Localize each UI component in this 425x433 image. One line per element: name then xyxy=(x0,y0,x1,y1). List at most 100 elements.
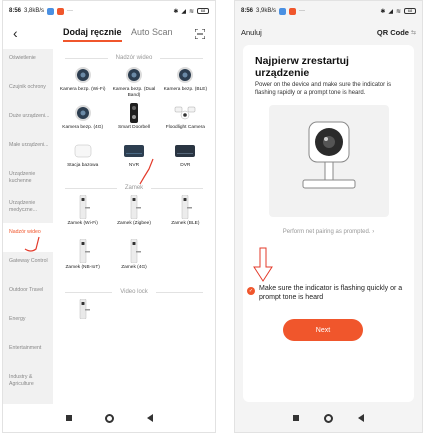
status-more: ··· xyxy=(67,8,74,14)
device-label: NVR xyxy=(128,163,140,168)
chevron-left-icon[interactable]: ‹ xyxy=(13,25,18,41)
recents-icon[interactable] xyxy=(65,415,72,421)
instruction-text: Power on the device and make sure the in… xyxy=(255,82,392,96)
next-button[interactable]: Next xyxy=(283,319,363,341)
sidebar-item[interactable]: Energy xyxy=(3,310,53,339)
sidebar-item[interactable]: Urządzenie kuchenne xyxy=(3,165,53,194)
battery-icon: 68 xyxy=(404,8,416,14)
sidebar-item[interactable]: Małe urządzeni... xyxy=(3,136,53,165)
device-tile[interactable]: Kamera bezp. (Wi-Fi) xyxy=(57,65,108,103)
device-label: Kamera bezp. (Wi-Fi) xyxy=(59,87,106,92)
camera-icon xyxy=(302,121,355,189)
section-header-video-lock: Video lock xyxy=(57,285,211,299)
qr-code-label: QR Code xyxy=(376,27,409,37)
status-bar: 8:56 3,9kB/s ··· ✱ ◢ ≋ 68 xyxy=(235,1,422,21)
device-label: Kamera bezp. (BLE) xyxy=(163,87,208,92)
sidebar-item[interactable]: Oświetlenie xyxy=(3,49,53,78)
device-label: Zamek (NB-IoT) xyxy=(65,265,100,270)
device-tile[interactable]: Zamek (Zigbee) xyxy=(108,195,159,239)
device-tile[interactable]: NVR xyxy=(108,141,159,179)
status-speed: 3,8kB/s xyxy=(24,8,45,14)
section-title: Zamek xyxy=(124,185,144,191)
chevron-right-icon: › xyxy=(372,229,375,235)
home-icon[interactable] xyxy=(104,413,114,423)
device-label: Zamek (Zigbee) xyxy=(117,221,151,226)
device-label: Kamera bezp. (4G) xyxy=(62,125,104,130)
dvr-icon xyxy=(173,141,197,161)
check-icon[interactable]: ✓ xyxy=(247,287,255,295)
lock-icon xyxy=(122,239,146,263)
qr-code-switch[interactable]: QR Code ⇆ xyxy=(377,28,416,37)
pairing-link[interactable]: Perform net pairing as prompted. › xyxy=(255,229,402,235)
confirm-indicator-row[interactable]: ✓ Make sure the indicator is flashing qu… xyxy=(247,285,412,302)
tab-manual-add[interactable]: Dodaj ręcznie xyxy=(63,27,122,42)
device-label: DVR xyxy=(180,163,191,168)
section-title: Video lock xyxy=(120,289,148,295)
device-tile[interactable]: Kamera bezp. (4G) xyxy=(57,103,108,141)
camera-icon xyxy=(71,65,95,85)
home-icon[interactable] xyxy=(323,413,333,423)
battery-icon: 68 xyxy=(197,8,209,14)
swap-icon: ⇆ xyxy=(410,29,416,36)
device-tile[interactable]: Floodlight Camera xyxy=(160,103,211,141)
sidebar-item[interactable]: Outdoor Travel xyxy=(3,281,53,310)
device-label: Zamek (BLE) xyxy=(171,221,200,226)
sidebar-item[interactable]: Entertainment xyxy=(3,339,53,368)
reset-instructions-card: Najpierw zrestartuj urządzenie Power on … xyxy=(243,45,414,402)
signal-icon: ◢ xyxy=(388,8,393,15)
camera-illustration xyxy=(268,105,389,217)
recents-icon[interactable] xyxy=(293,415,300,421)
wifi-icon: ≋ xyxy=(188,8,194,15)
sidebar-item[interactable]: Gateway Control xyxy=(3,252,53,281)
app-notification-icon xyxy=(279,7,287,15)
cancel-button[interactable]: Anuluj xyxy=(241,28,262,37)
video-device-grid: Kamera bezp. (Wi-Fi) Kamera bezp. (Dual B… xyxy=(57,65,211,179)
category-sidebar: Oświetlenie Czujnik ochrony Duże urządzeni… xyxy=(3,49,53,404)
page-title: Najpierw zrestartuj urządzenie xyxy=(255,55,349,79)
section-header-lock: Zamek xyxy=(57,181,211,195)
bluetooth-icon: ✱ xyxy=(173,8,179,15)
section-title: Nadzór wideo xyxy=(115,55,153,61)
confirm-indicator-label: Make sure the indicator is flashing quic… xyxy=(259,285,403,301)
device-tile[interactable]: Zamek (NB-IoT) xyxy=(57,239,108,283)
device-tile[interactable]: Stacja bazowa xyxy=(57,141,108,179)
back-triangle-icon[interactable] xyxy=(357,414,364,422)
status-speed: 3,9kB/s xyxy=(256,8,277,14)
device-tile[interactable]: Kamera bezp. (Dual Band) xyxy=(108,65,159,103)
signal-icon: ◢ xyxy=(181,8,186,15)
back-triangle-icon[interactable] xyxy=(146,414,153,422)
system-nav-bar xyxy=(3,404,215,432)
device-label: Stacja bazowa xyxy=(67,163,99,168)
device-tile-video-lock[interactable] xyxy=(57,299,108,337)
sidebar-item[interactable]: Czujnik ochrony xyxy=(3,78,53,107)
camera-icon xyxy=(173,65,197,85)
device-tile[interactable]: Zamek (Wi-Fi) xyxy=(57,195,108,239)
sidebar-item[interactable]: Nadzór wideo xyxy=(3,223,53,252)
lock-icon xyxy=(71,299,95,319)
app-notification-icon xyxy=(57,7,65,15)
device-tile[interactable]: Zamek (4G) xyxy=(108,239,159,283)
tab-auto-scan[interactable]: Auto Scan xyxy=(131,27,173,37)
device-tile[interactable]: Zamek (BLE) xyxy=(160,195,211,239)
floodlight-icon xyxy=(173,103,197,123)
lock-icon xyxy=(71,239,95,263)
section-header-video: Nadzór wideo xyxy=(57,51,211,65)
sidebar-item[interactable]: Industry & Agriculture xyxy=(3,368,53,397)
lock-device-grid: Zamek (Wi-Fi) Zamek (Zigbee) Zamek (BLE) Za… xyxy=(57,195,211,283)
sidebar-item[interactable]: Duże urządzeni... xyxy=(3,107,53,136)
bluetooth-icon: ✱ xyxy=(380,8,386,15)
wifi-icon: ≋ xyxy=(395,8,401,15)
system-nav-bar xyxy=(235,404,422,432)
nvr-icon xyxy=(122,141,146,161)
device-list: Nadzór wideo Kamera bezp. (Wi-Fi) Kamera … xyxy=(53,49,215,404)
device-label: Zamek (Wi-Fi) xyxy=(67,221,98,226)
device-tile[interactable]: Smart Doorbell xyxy=(108,103,159,141)
sidebar-item[interactable]: Urządzenie medyczne... xyxy=(3,194,53,223)
device-tile[interactable]: DVR xyxy=(160,141,211,179)
base-station-icon xyxy=(71,141,95,161)
device-tile[interactable]: Kamera bezp. (BLE) xyxy=(160,65,211,103)
camera-icon xyxy=(71,103,95,123)
video-lock-grid xyxy=(57,299,211,337)
status-time: 8:56 xyxy=(9,8,22,14)
scan-frame-icon[interactable] xyxy=(195,29,205,39)
